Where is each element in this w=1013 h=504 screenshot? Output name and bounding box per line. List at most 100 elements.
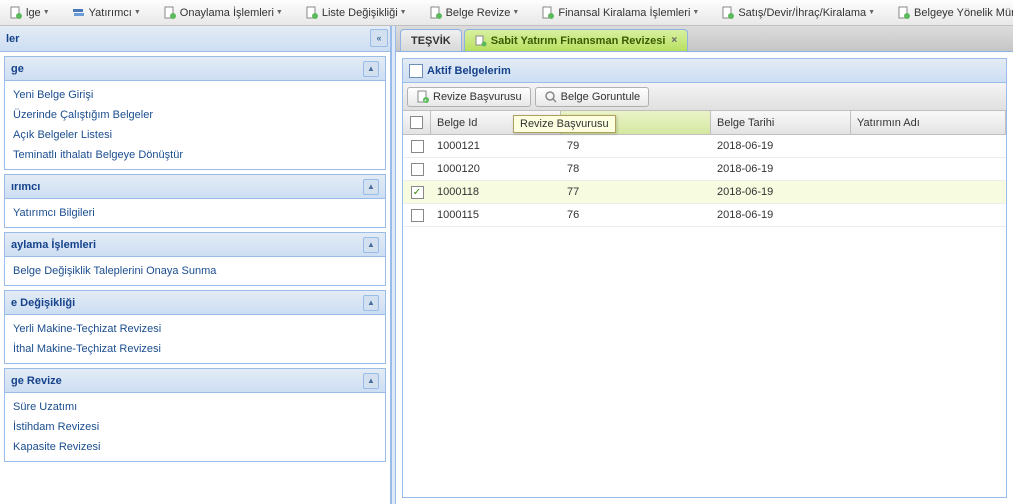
sidebar-link[interactable]: İthal Makine-Teçhizat Revizesi bbox=[5, 339, 385, 359]
toolbar-label: Yatırımcı bbox=[89, 7, 132, 19]
cell-belge-no: 78 bbox=[561, 158, 711, 180]
tooltip: Revize Başvurusu bbox=[513, 115, 616, 133]
cell-belge-tarihi: 2018-06-19 bbox=[711, 181, 851, 203]
row-checkbox-cell[interactable] bbox=[403, 204, 431, 226]
toolbar-item-revize[interactable]: Belge Revize ▼ bbox=[422, 3, 527, 23]
sidebar-link[interactable]: İstihdam Revizesi bbox=[5, 417, 385, 437]
collapse-icon[interactable]: ▲ bbox=[363, 373, 379, 389]
panel-title: Aktif Belgelerim bbox=[427, 65, 511, 77]
sidebar-title: ler bbox=[6, 33, 19, 45]
sidebar-link[interactable]: Yeni Belge Girişi bbox=[5, 85, 385, 105]
chevron-down-icon: ▼ bbox=[43, 9, 50, 16]
chevron-down-icon: ▼ bbox=[134, 9, 141, 16]
close-icon[interactable]: × bbox=[671, 35, 677, 46]
checkbox[interactable] bbox=[411, 140, 424, 153]
sidebar-link[interactable]: Açık Belgeler Listesi bbox=[5, 125, 385, 145]
chevron-down-icon: ▼ bbox=[512, 9, 519, 16]
sidebar-group-header[interactable]: e Değişikliği ▲ bbox=[5, 291, 385, 315]
sidebar-group-header[interactable]: ge Revize ▲ bbox=[5, 369, 385, 393]
doc-icon bbox=[163, 6, 177, 20]
checkbox[interactable] bbox=[411, 163, 424, 176]
revize-basvurusu-button[interactable]: + Revize Başvurusu bbox=[407, 87, 531, 107]
row-checkbox-cell[interactable] bbox=[403, 158, 431, 180]
action-bar: + Revize Başvurusu Belge Goruntule Reviz… bbox=[403, 83, 1006, 111]
sidebar-link[interactable]: Kapasite Revizesi bbox=[5, 437, 385, 457]
sidebar-group-body: Süre Uzatımıİstihdam RevizesiKapasite Re… bbox=[5, 393, 385, 461]
tab-tesvik[interactable]: TEŞVİK bbox=[400, 29, 462, 51]
cell-belge-tarihi: 2018-06-19 bbox=[711, 204, 851, 226]
toolbar-item-satis[interactable]: Satış/Devir/İhraç/Kiralama ▼ bbox=[714, 3, 882, 23]
row-checkbox-cell[interactable] bbox=[403, 135, 431, 157]
sidebar-link[interactable]: Teminatlı ithalatı Belgeye Dönüştür bbox=[5, 145, 385, 165]
toolbar-item-belgeye[interactable]: Belgeye Yönelik Münfer bbox=[890, 3, 1013, 23]
chevron-down-icon: ▼ bbox=[400, 9, 407, 16]
doc-icon bbox=[541, 6, 555, 20]
sidebar-group-header[interactable]: ge ▲ bbox=[5, 57, 385, 81]
header-checkbox[interactable] bbox=[403, 111, 431, 134]
table-row[interactable]: ✓1000118772018-06-19 bbox=[403, 181, 1006, 204]
cell-yatirimin-adi bbox=[851, 181, 1006, 203]
doc-icon bbox=[721, 6, 735, 20]
main-toolbar: lge ▼ Yatırımcı ▼ Onaylama İşlemleri ▼ L… bbox=[0, 0, 1013, 26]
collapse-icon[interactable]: ▲ bbox=[363, 237, 379, 253]
cell-belge-tarihi: 2018-06-19 bbox=[711, 135, 851, 157]
doc-icon bbox=[475, 35, 487, 47]
toolbar-item-onaylama[interactable]: Onaylama İşlemleri ▼ bbox=[156, 3, 290, 23]
header-belge-tarihi[interactable]: Belge Tarihi bbox=[711, 111, 851, 134]
sidebar-group-body: Yerli Makine-Teçhizat Revizesiİthal Maki… bbox=[5, 315, 385, 363]
sidebar-header: ler « bbox=[0, 26, 390, 52]
sidebar-group-title: e Değişikliği bbox=[11, 297, 75, 309]
toolbar-label: lge bbox=[26, 7, 41, 19]
toolbar-item-finansal[interactable]: Finansal Kiralama İşlemleri ▼ bbox=[534, 3, 706, 23]
sidebar-link[interactable]: Üzerinde Çalıştığım Belgeler bbox=[5, 105, 385, 125]
row-checkbox-cell[interactable]: ✓ bbox=[403, 181, 431, 203]
checkbox[interactable]: ✓ bbox=[411, 186, 424, 199]
collapse-icon[interactable]: ▲ bbox=[363, 179, 379, 195]
toolbar-item-liste[interactable]: Liste Değişikliği ▼ bbox=[298, 3, 414, 23]
sidebar-group-header[interactable]: aylama İşlemleri▲ bbox=[5, 233, 385, 257]
tab-label: Sabit Yatırım Finansman Revizesi bbox=[491, 35, 666, 47]
sidebar-group-body: Yatırımcı Bilgileri bbox=[5, 199, 385, 227]
cell-belge-id: 1000121 bbox=[431, 135, 561, 157]
collapse-icon[interactable]: ▲ bbox=[363, 61, 379, 77]
cell-belge-no: 77 bbox=[561, 181, 711, 203]
doc-icon bbox=[305, 6, 319, 20]
tab-sabit-yatirim[interactable]: Sabit Yatırım Finansman Revizesi × bbox=[464, 29, 689, 51]
table-row[interactable]: 1000121792018-06-19 bbox=[403, 135, 1006, 158]
sidebar-group-header[interactable]: ırımcı ▲ bbox=[5, 175, 385, 199]
sidebar-group-title: ge Revize bbox=[11, 375, 62, 387]
cell-belge-no: 79 bbox=[561, 135, 711, 157]
toolbar-label: Onaylama İşlemleri bbox=[180, 7, 274, 19]
tab-label: TEŞVİK bbox=[411, 35, 451, 47]
panel-icon bbox=[409, 64, 423, 78]
sidebar-link[interactable]: Yerli Makine-Teçhizat Revizesi bbox=[5, 319, 385, 339]
header-yatirimin-adi[interactable]: Yatırımın Adı bbox=[851, 111, 1006, 134]
chevron-down-icon: ▼ bbox=[276, 9, 283, 16]
sidebar-link[interactable]: Belge Değişiklik Taleplerini Onaya Sunma bbox=[5, 261, 385, 281]
sidebar-link[interactable]: Süre Uzatımı bbox=[5, 397, 385, 417]
sidebar-group-title: ge bbox=[11, 63, 24, 75]
toolbar-label: Belge Revize bbox=[446, 7, 511, 19]
toolbar-item-belge[interactable]: lge ▼ bbox=[2, 3, 57, 23]
belge-goruntule-button[interactable]: Belge Goruntule bbox=[535, 87, 650, 107]
grid-header: Belge Id ▼ Belge Tarihi Yatırımın Adı bbox=[403, 111, 1006, 135]
cell-belge-id: 1000115 bbox=[431, 204, 561, 226]
table-row[interactable]: 1000115762018-06-19 bbox=[403, 204, 1006, 227]
search-icon bbox=[544, 90, 558, 104]
sidebar-group-body: Belge Değişiklik Taleplerini Onaya Sunma bbox=[5, 257, 385, 285]
collapse-icon[interactable]: ▲ bbox=[363, 295, 379, 311]
doc-icon bbox=[9, 6, 23, 20]
toolbar-item-yatirimci[interactable]: Yatırımcı ▼ bbox=[65, 3, 148, 23]
toolbar-label: Satış/Devir/İhraç/Kiralama bbox=[738, 7, 866, 19]
cell-belge-id: 1000120 bbox=[431, 158, 561, 180]
panel-header: Aktif Belgelerim bbox=[403, 59, 1006, 83]
sidebar-link[interactable]: Yatırımcı Bilgileri bbox=[5, 203, 385, 223]
sidebar-group-title: ırımcı bbox=[11, 181, 40, 193]
collapse-button[interactable]: « bbox=[370, 29, 388, 47]
data-grid: Belge Id ▼ Belge Tarihi Yatırımın Adı 10… bbox=[403, 111, 1006, 497]
svg-text:+: + bbox=[424, 98, 427, 104]
sidebar-group: e Değişikliği ▲ Yerli Makine-Teçhizat Revi… bbox=[4, 290, 386, 364]
table-row[interactable]: 1000120782018-06-19 bbox=[403, 158, 1006, 181]
cell-yatirimin-adi bbox=[851, 158, 1006, 180]
checkbox[interactable] bbox=[411, 209, 424, 222]
